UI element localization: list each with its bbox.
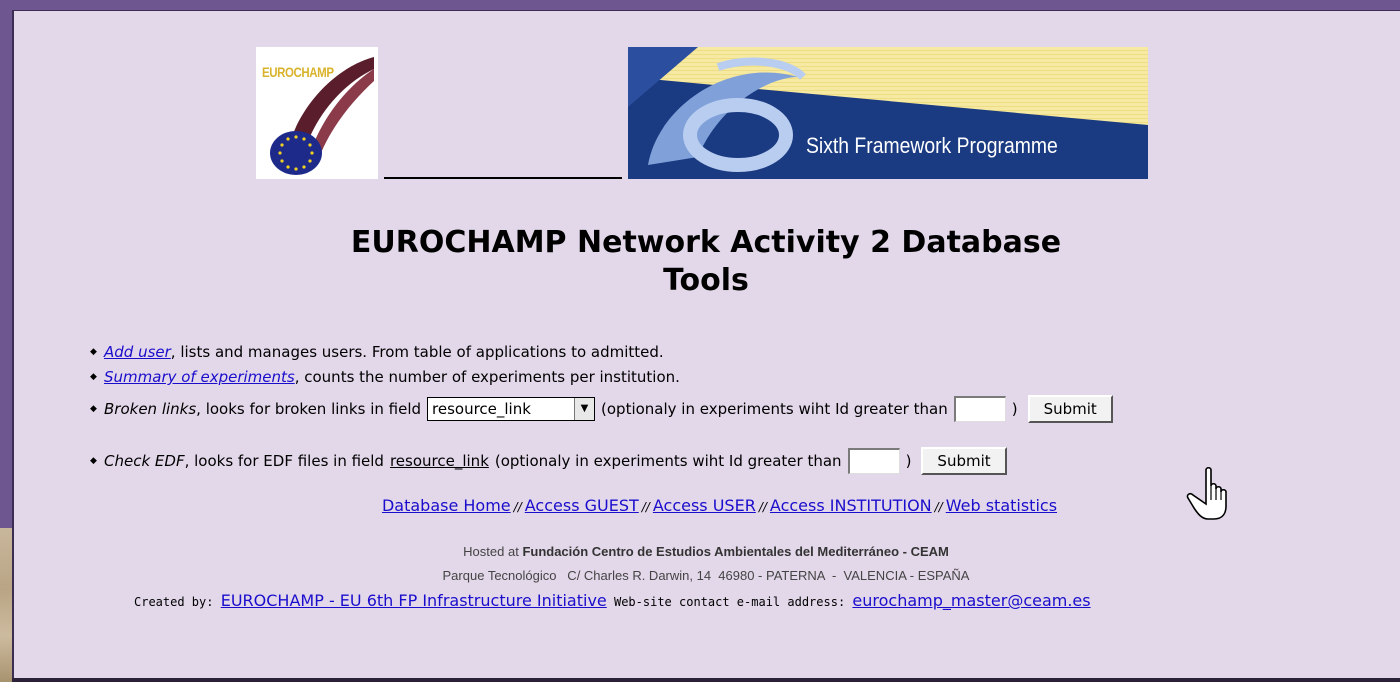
created-by-link[interactable]: EUROCHAMP - EU 6th FP Infrastructure Ini…	[221, 591, 607, 610]
add-user-description: , lists and manages users. From table of…	[170, 343, 664, 361]
page-title: EUROCHAMP Network Activity 2 Database To…	[350, 225, 1062, 298]
broken-links-label: Broken links	[104, 400, 197, 418]
broken-links-description: , looks for broken links in field	[196, 400, 422, 418]
desktop-left-strip	[0, 0, 12, 682]
nav-separator: //	[641, 500, 650, 514]
hand-cursor-icon	[1186, 466, 1227, 520]
check-edf-description: , looks for EDF files in field	[184, 452, 384, 470]
bullet-icon: ◆	[90, 372, 97, 382]
contact-email-link[interactable]: eurochamp_master@ceam.es	[852, 591, 1090, 610]
background-paper	[0, 528, 12, 682]
nav-web-statistics[interactable]: Web statistics	[946, 496, 1057, 515]
fp6-logo-text: Sixth Framework Programme	[806, 133, 1058, 158]
check-edf-field-name: resource_link	[389, 452, 489, 470]
eurochamp-logo-text: EUROCHAMP	[262, 64, 334, 80]
fp6-emblem	[628, 47, 1148, 179]
broken-links-submit-button[interactable]: Submit	[1027, 395, 1113, 423]
list-item-add-user: ◆ Add user , lists and manages users. Fr…	[90, 343, 664, 361]
hosted-prefix: Hosted at	[463, 544, 519, 559]
list-item-broken-links: ◆ Broken links , looks for broken links …	[90, 395, 1113, 423]
logo-separator-line	[384, 177, 622, 179]
nav-separator: //	[513, 500, 522, 514]
nav-database-home[interactable]: Database Home	[382, 496, 511, 515]
bullet-icon: ◆	[90, 404, 97, 414]
check-edf-label: Check EDF	[104, 452, 185, 470]
field-select[interactable]: resource_link ▼	[427, 397, 596, 421]
add-user-link[interactable]: Add user	[104, 343, 171, 361]
broken-links-id-input[interactable]	[953, 396, 1006, 422]
check-edf-submit-button[interactable]: Submit	[921, 447, 1007, 475]
nav-separator: //	[934, 500, 943, 514]
window-bottom-edge	[12, 678, 1400, 682]
bullet-icon: ◆	[90, 456, 97, 466]
list-item-summary: ◆ Summary of experiments , counts the nu…	[90, 368, 680, 386]
nav-separator: //	[758, 500, 767, 514]
bullet-icon: ◆	[90, 347, 97, 357]
summary-description: , counts the number of experiments per i…	[294, 368, 680, 386]
nav-access-institution[interactable]: Access INSTITUTION	[770, 496, 932, 515]
eurochamp-logo: EUROCHAMP	[256, 47, 378, 179]
address-line: Parque Tecnológico C/ Charles R. Darwin,…	[442, 568, 970, 583]
check-edf-optional-text: (optionaly in experiments wiht Id greate…	[494, 452, 842, 470]
contact-label: Web-site contact e-mail address:	[613, 595, 846, 609]
summary-of-experiments-link[interactable]: Summary of experiments	[104, 368, 295, 386]
broken-links-close-paren: )	[1011, 400, 1018, 418]
nav-access-user[interactable]: Access USER	[653, 496, 756, 515]
hosted-at-line: Hosted at Fundación Centro de Estudios A…	[12, 544, 1400, 559]
field-select-value: resource_link	[432, 400, 531, 418]
fp6-logo: Sixth Framework Programme	[628, 47, 1148, 179]
hosted-institution: Fundación Centro de Estudios Ambientales…	[522, 544, 949, 559]
check-edf-id-input[interactable]	[847, 448, 900, 474]
broken-links-optional-text: (optionaly in experiments wiht Id greate…	[601, 400, 948, 418]
nav-access-guest[interactable]: Access GUEST	[525, 496, 639, 515]
created-by-label: Created by:	[134, 595, 214, 609]
chevron-down-icon[interactable]: ▼	[574, 398, 595, 420]
created-by-line: Created by: EUROCHAMP - EU 6th FP Infras…	[134, 591, 1091, 610]
check-edf-close-paren: )	[905, 452, 912, 470]
list-item-check-edf: ◆ Check EDF , looks for EDF files in fie…	[90, 447, 1007, 475]
